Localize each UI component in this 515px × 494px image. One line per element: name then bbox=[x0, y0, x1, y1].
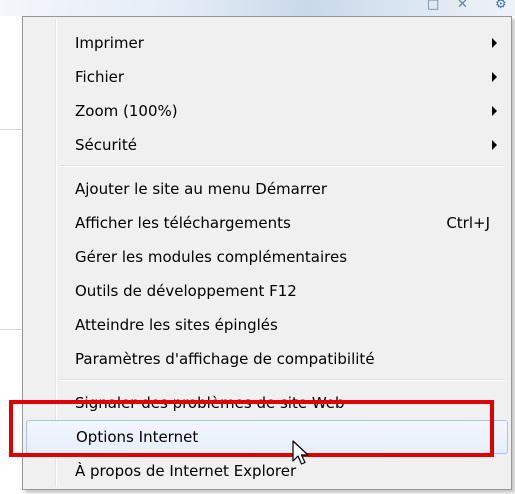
menu-item-developer-tools[interactable]: Outils de développement F12 bbox=[26, 274, 508, 308]
menu-item-label: Ajouter le site au menu Démarrer bbox=[75, 180, 327, 198]
menu-item-label: Afficher les téléchargements bbox=[75, 214, 291, 232]
menu-item-label: À propos de Internet Explorer bbox=[75, 462, 297, 480]
menu-item-label: Sécurité bbox=[75, 136, 137, 154]
menu-item-compatibility-view[interactable]: Paramètres d'affichage de compatibilité bbox=[26, 342, 508, 376]
restore-window-icon[interactable]: □ bbox=[427, 0, 439, 12]
menu-item-print[interactable]: Imprimer bbox=[26, 26, 508, 60]
chevron-right-icon bbox=[492, 72, 497, 82]
page-background-rule bbox=[0, 129, 22, 130]
menu-item-label: Gérer les modules complémentaires bbox=[75, 248, 348, 266]
menu-item-view-downloads[interactable]: Afficher les téléchargements Ctrl+J bbox=[26, 206, 508, 240]
page-background-rule bbox=[0, 329, 22, 330]
menu-separator bbox=[59, 379, 505, 381]
browser-title-bar: □ ✕ ⚙ bbox=[0, 0, 515, 16]
chevron-right-icon bbox=[492, 38, 497, 48]
tools-gear-icon[interactable]: ⚙ bbox=[495, 0, 507, 12]
menu-item-security[interactable]: Sécurité bbox=[26, 128, 508, 162]
screenshot-stage: □ ✕ ⚙ Imprimer Fichier Zoom (100%) Sécur… bbox=[0, 0, 515, 494]
chevron-right-icon bbox=[492, 106, 497, 116]
menu-item-zoom[interactable]: Zoom (100%) bbox=[26, 94, 508, 128]
menu-item-label: Imprimer bbox=[75, 34, 144, 52]
menu-item-add-site-to-start[interactable]: Ajouter le site au menu Démarrer bbox=[26, 172, 508, 206]
annotation-highlight-box bbox=[9, 400, 494, 457]
menu-item-label: Atteindre les sites épinglés bbox=[75, 316, 278, 334]
menu-item-label: Outils de développement F12 bbox=[75, 282, 297, 300]
close-window-icon[interactable]: ✕ bbox=[457, 0, 468, 12]
menu-item-pinned-sites[interactable]: Atteindre les sites épinglés bbox=[26, 308, 508, 342]
menu-item-label: Zoom (100%) bbox=[75, 102, 178, 120]
menu-item-label: Fichier bbox=[75, 68, 125, 86]
menu-item-shortcut: Ctrl+J bbox=[446, 214, 490, 232]
menu-separator bbox=[59, 165, 505, 167]
menu-item-manage-addons[interactable]: Gérer les modules complémentaires bbox=[26, 240, 508, 274]
menu-item-about-ie[interactable]: À propos de Internet Explorer bbox=[26, 454, 508, 488]
chevron-right-icon bbox=[492, 140, 497, 150]
menu-item-label: Paramètres d'affichage de compatibilité bbox=[75, 350, 375, 368]
mouse-pointer-icon bbox=[292, 440, 309, 465]
menu-item-file[interactable]: Fichier bbox=[26, 60, 508, 94]
